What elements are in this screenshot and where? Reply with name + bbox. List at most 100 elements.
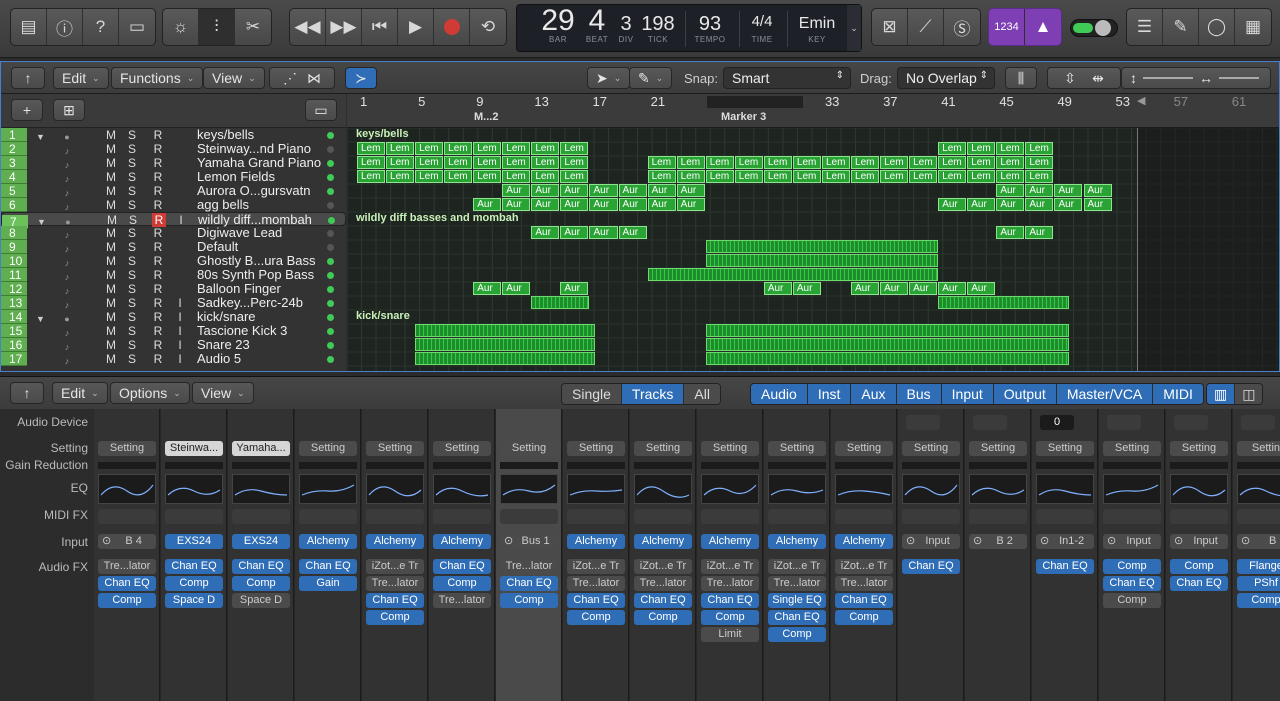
midi-region[interactable]: Aur [560,226,589,239]
solo-button[interactable]: S [125,142,139,156]
track-row[interactable]: 4 ♪ M S R Lemon Fields [1,170,346,184]
midi-region[interactable]: Lem [880,156,909,169]
audio-fx-slot[interactable]: Chan EQ [366,593,424,608]
midi-region[interactable]: Lem [996,142,1025,155]
marker-3[interactable]: Marker 3 [721,111,766,126]
audio-fx-slot[interactable]: Space D [232,593,290,608]
midi-in-icon[interactable]: ≻ [345,67,377,89]
midi-region[interactable]: Lem [996,156,1025,169]
smart-controls-icon[interactable]: ☼ [163,9,199,45]
solo-icon[interactable]: Ⓢ [944,9,980,45]
audio-fx-slot[interactable]: iZot...e Tr [835,559,893,574]
midi-region[interactable]: Aur [763,282,792,295]
mute-button[interactable]: M [104,254,118,268]
record-enable-button[interactable]: R [151,184,165,198]
midi-region[interactable]: Lem [531,142,560,155]
midi-region[interactable]: Lem [821,170,850,183]
eq-thumbnail[interactable] [1170,474,1228,504]
audio-fx-slot[interactable]: Chan EQ [768,610,826,625]
audio-fx-slot[interactable]: Tre...lator [98,559,156,574]
audio-fx-slot[interactable]: iZot...e Tr [366,559,424,574]
midi-region[interactable]: Aur [589,226,618,239]
midi-region[interactable]: Lem [386,156,415,169]
input-monitor-button[interactable]: I [173,296,187,310]
forward-icon[interactable]: ▶▶ [326,9,362,45]
midi-fx-slot[interactable] [299,509,357,524]
midi-region[interactable]: Aur [851,282,880,295]
track-on-led[interactable] [327,244,334,251]
eq-thumbnail[interactable] [433,474,491,504]
midi-region[interactable]: Lem [357,156,386,169]
setting-button[interactable]: Steinwa... [165,441,223,456]
cycle-region[interactable] [707,96,803,108]
midi-region[interactable]: Aur [880,282,909,295]
eq-thumbnail[interactable] [1036,474,1094,504]
mixer-link-icon[interactable]: ↑ [10,382,44,404]
midi-region[interactable]: Lem [967,142,996,155]
arrange-area[interactable]: 15913172125293337414549535761M...2Marker… [347,94,1279,371]
solo-button[interactable]: S [126,213,140,227]
mode-all[interactable]: All [684,384,720,404]
eq-thumbnail[interactable] [366,474,424,504]
track-on-led[interactable] [327,174,334,181]
midi-region[interactable]: Lem [996,170,1025,183]
eq-thumbnail[interactable] [634,474,692,504]
midi-fx-slot[interactable] [969,509,1027,524]
audio-fx-slot[interactable]: Chan EQ [902,559,960,574]
mute-button[interactable]: M [104,268,118,282]
track-on-led[interactable] [327,146,334,153]
midi-region[interactable]: Lem [357,170,386,183]
midi-region[interactable]: Aur [560,282,589,295]
midi-region[interactable]: Lem [851,170,880,183]
notepad-icon[interactable]: ✎ [1163,9,1199,45]
midi-fx-slot[interactable] [232,509,290,524]
input-slot[interactable]: ⊙ B 4 [98,534,156,549]
audio-fx-slot[interactable]: Single EQ [768,593,826,608]
midi-region[interactable]: Lem [531,170,560,183]
track-name[interactable]: 80s Synth Pop Bass [197,268,314,282]
track-row[interactable]: 8 ♪ M S R Digiwave Lead [1,226,346,240]
audio-fx-slot[interactable]: Chan EQ [1103,576,1161,591]
audio-fx-slot[interactable]: Comp [500,593,558,608]
midi-region[interactable]: Aur [618,184,647,197]
audio-fx-slot[interactable]: Chan EQ [634,593,692,608]
audio-fx-slot[interactable]: Chan EQ [500,576,558,591]
record-icon[interactable] [434,9,470,45]
flex-icon[interactable]: ⋈ [307,70,321,87]
midi-region[interactable]: Lem [444,156,473,169]
input-slot[interactable]: ⊙ In1-2 [1036,534,1094,549]
help-icon[interactable]: ? [83,9,119,45]
mute-button[interactable]: M [104,240,118,254]
count-in-button[interactable]: 1234 [989,9,1025,45]
zoom-fit-buttons[interactable]: ⇳ ⇹ [1047,67,1121,89]
track-name[interactable]: Ghostly B...ura Bass [197,254,316,268]
setting-button[interactable]: Setting [902,441,960,456]
zoom-sliders[interactable]: ↕ ↔ [1121,67,1271,89]
audio-device-field[interactable] [1174,415,1208,430]
midi-fx-slot[interactable] [433,509,491,524]
library-icon[interactable]: ▤ [11,9,47,45]
audio-fx-slot[interactable]: Chan EQ [98,576,156,591]
midi-region[interactable]: Lem [1025,142,1054,155]
pencil-tool-icon[interactable]: ✎ ⌄ [629,67,673,89]
midi-region[interactable]: Lem [967,156,996,169]
browsers-icon[interactable]: ▦ [1235,9,1271,45]
midi-region[interactable]: Lem [473,142,502,155]
audio-device-field[interactable] [906,415,940,430]
midi-region[interactable]: Lem [531,156,560,169]
midi-region[interactable]: Aur [996,198,1025,211]
midi-region[interactable]: Lem [763,170,792,183]
solo-button[interactable]: S [125,170,139,184]
mute-button[interactable]: M [104,184,118,198]
midi-fx-slot[interactable] [1237,509,1280,524]
setting-button[interactable]: Setting [98,441,156,456]
toolbar-icon[interactable]: ▭ [119,9,155,45]
solo-button[interactable]: S [125,296,139,310]
midi-fx-slot[interactable] [1170,509,1228,524]
folder-region-label[interactable]: kick/snare [356,310,410,322]
audio-device-field[interactable] [1107,415,1141,430]
global-tracks-icon[interactable]: ▭ [305,99,337,121]
midi-region[interactable]: Lem [676,170,705,183]
mute-button[interactable]: M [104,128,118,142]
mute-button[interactable]: M [104,282,118,296]
